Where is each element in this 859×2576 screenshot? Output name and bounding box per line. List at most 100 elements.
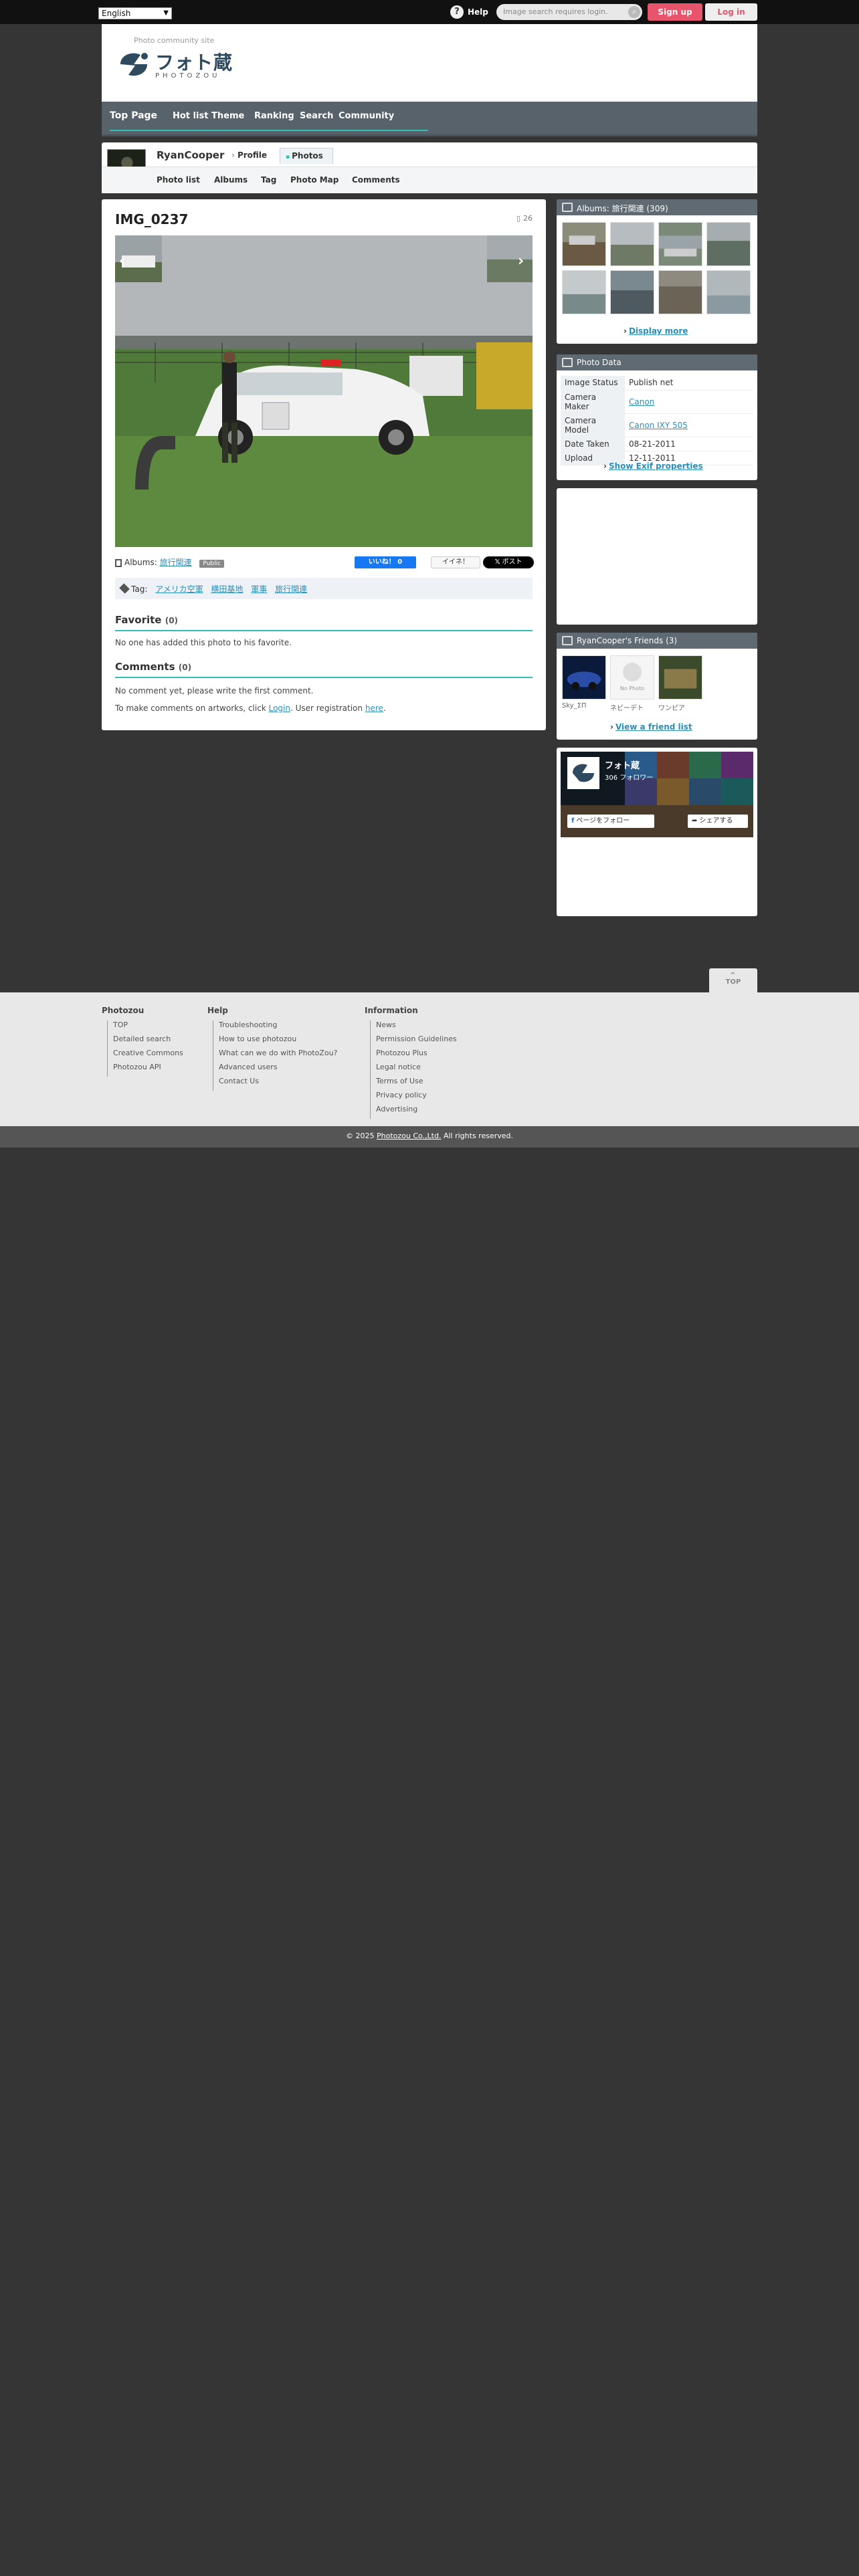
- friend-avatar[interactable]: [562, 655, 606, 700]
- nav-search[interactable]: Search: [300, 111, 333, 121]
- footer-link[interactable]: How to use photozou: [213, 1035, 337, 1049]
- signup-button[interactable]: Sign up: [648, 3, 702, 21]
- profile-name[interactable]: RyanCooper: [157, 149, 224, 161]
- search-input[interactable]: Image search requires login. ⌕: [496, 4, 642, 20]
- chevron-right-icon[interactable]: ›: [518, 253, 524, 270]
- footer-link[interactable]: Creative Commons: [107, 1049, 183, 1063]
- footer-link[interactable]: Terms of Use: [370, 1077, 457, 1091]
- facebook-follow-button[interactable]: f ページをフォロー: [567, 815, 654, 828]
- x-post-button[interactable]: 𝕏 ポスト: [483, 556, 534, 568]
- data-key: Date Taken: [561, 437, 625, 451]
- subnav-photo-list[interactable]: Photo list: [157, 175, 200, 185]
- footer-link[interactable]: Permission Guidelines: [370, 1035, 457, 1049]
- album-link[interactable]: 旅行関連: [160, 558, 192, 567]
- table-row: Image Status Publish net: [561, 376, 753, 391]
- album-thumb[interactable]: [658, 270, 702, 314]
- facebook-page-name[interactable]: フォト蔵: [605, 758, 640, 771]
- view-friend-list-label[interactable]: View a friend list: [615, 722, 692, 732]
- friend-avatar[interactable]: [658, 655, 702, 700]
- footer-link[interactable]: Privacy policy: [370, 1091, 457, 1105]
- comments-count: (0): [178, 663, 192, 672]
- album-thumb[interactable]: [562, 222, 606, 266]
- display-more-link[interactable]: › Display more: [624, 326, 688, 336]
- footer-heading: Photozou: [102, 1006, 145, 1015]
- tag-link[interactable]: 旅行関連: [275, 584, 307, 594]
- footer-link[interactable]: Legal notice: [370, 1063, 457, 1077]
- logo-icon[interactable]: [118, 49, 153, 79]
- friend-name[interactable]: ワンピア: [658, 702, 685, 712]
- show-exif-label[interactable]: Show Exif properties: [609, 461, 703, 471]
- footer-link[interactable]: Photozou API: [107, 1063, 183, 1077]
- nav-top-page[interactable]: Top Page: [110, 110, 157, 121]
- facebook-box: フォト蔵 306 フォロワー f ページをフォロー ➦ シェアする: [557, 748, 757, 916]
- login-mid: . User registration: [290, 704, 365, 713]
- album-thumb[interactable]: [610, 222, 654, 266]
- tag-link[interactable]: 横田基地: [211, 584, 243, 594]
- album-box: Albums: 旅行関連 (309) › Display more: [557, 199, 757, 344]
- iine-button[interactable]: イイネ！: [431, 556, 480, 568]
- help-icon[interactable]: ?: [450, 5, 464, 19]
- login-link[interactable]: Login: [269, 704, 290, 713]
- logo-text[interactable]: フォト蔵: [155, 48, 233, 75]
- footer-link[interactable]: News: [370, 1021, 457, 1035]
- language-select[interactable]: English ▼: [98, 7, 172, 19]
- album-thumb[interactable]: [562, 270, 606, 314]
- view-icon: ▯: [516, 214, 520, 223]
- search-icon[interactable]: ⌕: [628, 6, 640, 18]
- table-row: Date Taken 08-21-2011: [561, 437, 753, 451]
- friend-name[interactable]: Sky_ΣΠ: [562, 702, 587, 710]
- tab-photos[interactable]: ▪ Photos: [280, 148, 333, 164]
- subnav-comments[interactable]: Comments: [352, 175, 400, 185]
- ad-box: [557, 488, 757, 625]
- nav-underline: [110, 130, 428, 131]
- tag-label: Tag:: [131, 584, 148, 594]
- subnav-photo-map[interactable]: Photo Map: [290, 175, 339, 185]
- camera-model-link[interactable]: Canon IXY 505: [629, 421, 688, 430]
- photo-card: IMG_0237 ▯ 26 ‹ › Albums: 旅行関連 Public いい…: [102, 199, 546, 730]
- tag-link[interactable]: アメリカ空軍: [155, 584, 203, 594]
- album-thumb[interactable]: [658, 222, 702, 266]
- copyright: © 2025 Photozou Co.,Ltd. All rights rese…: [0, 1126, 859, 1148]
- facebook-page-logo[interactable]: [567, 757, 599, 789]
- show-exif-link[interactable]: › Show Exif properties: [603, 461, 703, 471]
- nav-community[interactable]: Community: [339, 111, 394, 121]
- tab-profile-label: Profile: [237, 150, 268, 160]
- footer-link[interactable]: Advertising: [370, 1105, 457, 1119]
- album-thumb[interactable]: [706, 270, 751, 314]
- tab-photos-label: Photos: [292, 151, 323, 160]
- back-to-top-button[interactable]: ^ TOP: [709, 968, 757, 992]
- album-thumb[interactable]: [610, 270, 654, 314]
- facebook-share-button[interactable]: ➦ シェアする: [688, 815, 748, 828]
- facebook-followers: 306 フォロワー: [605, 774, 654, 782]
- main-photo[interactable]: [115, 235, 533, 547]
- friend-avatar[interactable]: No Photo: [610, 655, 654, 700]
- footer-link[interactable]: Advanced users: [213, 1063, 337, 1077]
- display-more-label[interactable]: Display more: [629, 326, 688, 336]
- footer-link[interactable]: Detailed search: [107, 1035, 183, 1049]
- company-link[interactable]: Photozou Co.,Ltd.: [377, 1132, 441, 1140]
- tab-profile[interactable]: › Profile: [231, 150, 267, 160]
- data-key: Camera Model: [561, 413, 625, 437]
- footer-link[interactable]: Troubleshooting: [213, 1021, 337, 1035]
- nav-hot-list[interactable]: Hot list: [173, 111, 208, 121]
- footer-link[interactable]: Photozou Plus: [370, 1049, 457, 1063]
- album-thumb[interactable]: [706, 222, 751, 266]
- facebook-like-button[interactable]: いいね！ 0: [355, 556, 416, 568]
- subnav-tag[interactable]: Tag: [261, 175, 276, 185]
- footer-link[interactable]: TOP: [107, 1021, 183, 1035]
- view-friend-list-link[interactable]: › View a friend list: [610, 722, 692, 732]
- nav-theme[interactable]: Theme: [211, 111, 244, 121]
- nav-ranking[interactable]: Ranking: [254, 111, 294, 121]
- subnav-albums[interactable]: Albums: [214, 175, 248, 185]
- camera-maker-link[interactable]: Canon: [629, 397, 654, 407]
- tag-link[interactable]: 軍事: [251, 584, 267, 594]
- footer-link[interactable]: What can we do with PhotoZou?: [213, 1049, 337, 1063]
- register-link[interactable]: here: [365, 704, 383, 713]
- chevron-left-icon[interactable]: ‹: [119, 253, 125, 270]
- footer-link[interactable]: Contact Us: [213, 1077, 337, 1091]
- copyright-prefix: © 2025: [345, 1132, 377, 1140]
- login-button[interactable]: Log in: [705, 3, 757, 21]
- help-link[interactable]: Help: [468, 7, 488, 17]
- friend-name[interactable]: ネビーデト: [610, 702, 644, 712]
- next-photo-thumb[interactable]: [487, 235, 533, 282]
